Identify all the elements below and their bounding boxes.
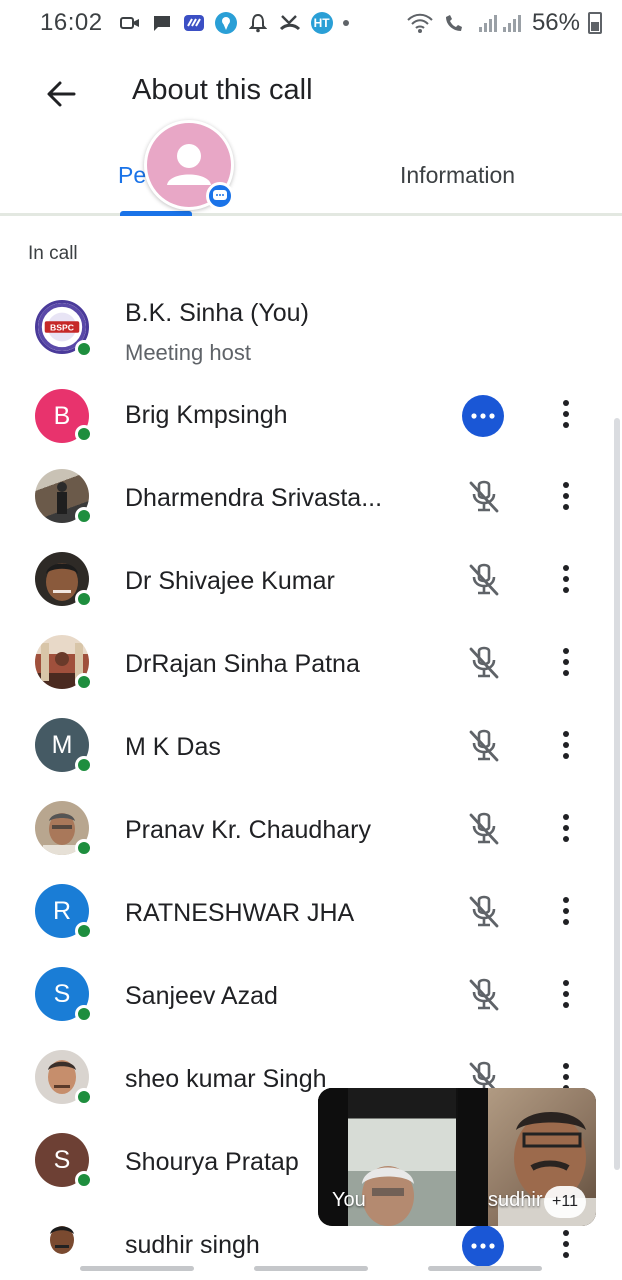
video-icon: [119, 12, 141, 34]
participant-name: Pranav Kr. Chaudhary: [125, 816, 371, 844]
participant-name: Shourya Pratap: [125, 1148, 299, 1176]
online-indicator: [75, 425, 93, 443]
participant-name: sudhir singh: [125, 1231, 260, 1259]
scrollbar[interactable]: [614, 418, 620, 1170]
nav-back-handle[interactable]: [428, 1266, 542, 1271]
participant-row[interactable]: DrRajan Sinha Patna: [0, 624, 622, 707]
mic-off-icon: [469, 563, 499, 596]
active-tab-indicator: [120, 211, 192, 216]
app-icon: [183, 12, 205, 34]
location-icon: [214, 12, 237, 34]
participant-row[interactable]: R RATNESHWAR JHA: [0, 873, 622, 956]
battery-icon: [588, 12, 602, 34]
tab-people[interactable]: Pe: [118, 162, 146, 189]
nav-home-handle[interactable]: [254, 1266, 368, 1271]
mic-off-icon: [469, 480, 499, 513]
pip-video-window[interactable]: You sudhir +11: [318, 1088, 596, 1226]
ellipsis-icon: [471, 413, 495, 419]
tab-bar: Pe Information: [0, 140, 622, 216]
status-bar: 16:02 HT 56%: [0, 0, 622, 46]
participant-row[interactable]: M M K Das: [0, 707, 622, 790]
participant-name: Brig Kmpsingh: [125, 401, 288, 429]
mic-off-icon: [469, 895, 499, 928]
self-label: You: [332, 1189, 366, 1211]
wifi-call-icon: [442, 12, 468, 34]
kebab-menu-button[interactable]: [552, 891, 580, 931]
chat-badge: [206, 182, 234, 210]
status-time: 16:02: [40, 9, 103, 36]
wifi-icon: [406, 12, 434, 34]
kebab-menu-button[interactable]: [552, 642, 580, 682]
mic-off-icon: [469, 812, 499, 845]
arrow-left-icon: [47, 81, 76, 107]
kebab-menu-button[interactable]: [552, 974, 580, 1014]
signal-icon: [476, 12, 524, 34]
battery-percent: 56%: [531, 9, 580, 36]
bell-icon: [247, 12, 269, 34]
participant-row[interactable]: Dharmendra Srivasta...: [0, 458, 622, 541]
ht-icon: HT: [310, 12, 333, 34]
message-icon: [151, 12, 173, 34]
participant-row[interactable]: Dr Shivajee Kumar: [0, 541, 622, 624]
online-indicator: [75, 922, 93, 940]
kebab-menu-button[interactable]: [552, 808, 580, 848]
kebab-menu-button[interactable]: [552, 725, 580, 765]
tab-information[interactable]: Information: [400, 162, 515, 189]
online-indicator: [75, 507, 93, 525]
mic-off-icon: [469, 646, 499, 679]
participant-name: Dharmendra Srivasta...: [125, 484, 383, 512]
online-indicator: [75, 590, 93, 608]
mic-off-icon: [469, 729, 499, 762]
kebab-menu-button[interactable]: [552, 476, 580, 516]
more-notifications-icon: [342, 20, 349, 26]
gesture-nav-bar: [0, 1262, 622, 1280]
participant-name: M K Das: [125, 733, 221, 761]
participant-name: Sanjeev Azad: [125, 982, 278, 1010]
more-participants-badge: +11: [544, 1186, 586, 1218]
notification-icons: HT: [119, 12, 349, 34]
kebab-menu-button[interactable]: [552, 559, 580, 599]
participant-name: Dr Shivajee Kumar: [125, 567, 335, 595]
page-title: About this call: [132, 74, 313, 106]
participant-row[interactable]: S Sanjeev Azad: [0, 956, 622, 1039]
remote-video-tile: sudhir +11: [458, 1088, 596, 1226]
online-indicator: [75, 1005, 93, 1023]
online-indicator: [75, 673, 93, 691]
online-indicator: [75, 839, 93, 857]
participant-row[interactable]: B Brig Kmpsingh: [0, 375, 622, 458]
section-label-in-call: In call: [28, 243, 78, 264]
participant-name: sheo kumar Singh: [125, 1065, 327, 1093]
self-video-tile: You: [318, 1088, 456, 1226]
participant-name: DrRajan Sinha Patna: [125, 650, 360, 678]
participant-name: RATNESHWAR JHA: [125, 899, 355, 927]
chat-icon: [213, 190, 227, 200]
online-indicator: [75, 756, 93, 774]
mic-off-icon: [469, 978, 499, 1011]
kebab-menu-button[interactable]: [552, 1224, 580, 1264]
remote-participant-label: sudhir: [488, 1189, 543, 1211]
participant-name: B.K. Sinha (You): [125, 299, 309, 327]
nav-recents-handle[interactable]: [80, 1266, 194, 1271]
online-indicator: [75, 1171, 93, 1189]
app-header: About this call: [0, 56, 622, 126]
kebab-menu-button[interactable]: [552, 394, 580, 434]
back-button[interactable]: [40, 72, 84, 116]
participant-row[interactable]: BSPC B.K. Sinha (You) Meeting host: [0, 290, 622, 373]
online-indicator: [75, 340, 93, 358]
ellipsis-icon: [471, 1243, 495, 1249]
svg-text:BSPC: BSPC: [50, 322, 74, 332]
more-options-button[interactable]: [462, 1225, 504, 1267]
participant-row[interactable]: Pranav Kr. Chaudhary: [0, 790, 622, 873]
participant-role: Meeting host: [125, 340, 251, 365]
missed-call-icon: [279, 12, 301, 34]
online-indicator: [75, 1088, 93, 1106]
more-options-button[interactable]: [462, 395, 504, 437]
